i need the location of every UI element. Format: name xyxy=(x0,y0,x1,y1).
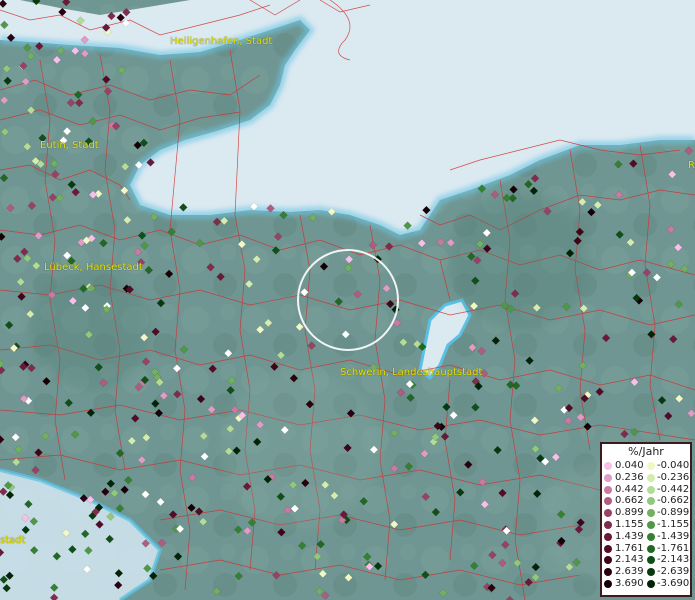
legend-swatch xyxy=(647,462,655,470)
legend-swatch xyxy=(647,509,655,518)
city-label: stadt xyxy=(0,535,26,546)
legend-row: -2.639 xyxy=(602,566,692,578)
legend-swatch xyxy=(647,568,655,577)
legend-swatch xyxy=(647,532,655,541)
legend-row: -1.761 xyxy=(602,543,692,555)
legend-negative-column: -0.040 -0.236 -0.442 -0.662 -0.899 -1.155 -1.4… xyxy=(602,460,692,590)
legend-value: -1.761 xyxy=(657,542,690,554)
legend-value: -0.040 xyxy=(657,460,690,471)
legend-value: -1.155 xyxy=(657,518,690,530)
city-label: Schwerin, Landeshauptstadt xyxy=(340,367,483,378)
legend-swatch xyxy=(647,473,655,482)
legend: %/Jahr 0.040 0.236 0.442 0.662 0.899 1.155 1.4… xyxy=(600,442,692,597)
city-label: R xyxy=(688,160,695,171)
legend-value: -0.236 xyxy=(657,471,690,483)
city-label: Eutin, Stadt xyxy=(40,140,99,151)
legend-swatch xyxy=(647,544,655,553)
map-svg[interactable] xyxy=(0,0,695,600)
legend-row: -0.442 xyxy=(602,484,692,496)
legend-swatch xyxy=(647,485,655,494)
legend-row: -1.439 xyxy=(602,531,692,543)
legend-swatch xyxy=(647,556,655,565)
legend-row: -0.040 xyxy=(602,460,692,472)
legend-swatch xyxy=(647,579,655,588)
legend-value: -2.143 xyxy=(657,554,690,566)
legend-title: %/Jahr xyxy=(628,445,664,458)
map-canvas[interactable]: Heiligenhafen, Stadt Eutin, Stadt Lübeck, … xyxy=(0,0,695,600)
legend-row: -0.236 xyxy=(602,472,692,484)
legend-value: -0.899 xyxy=(657,507,690,519)
legend-swatch xyxy=(647,497,655,506)
legend-row: -0.662 xyxy=(602,495,692,507)
legend-swatch xyxy=(647,520,655,529)
legend-value: -1.439 xyxy=(657,530,690,542)
legend-value: -0.662 xyxy=(657,495,690,507)
legend-row: -2.143 xyxy=(602,554,692,566)
legend-value: -3.690 xyxy=(657,577,690,589)
city-label: Lübeck, Hansestadt xyxy=(44,262,143,273)
legend-row: -1.155 xyxy=(602,519,692,531)
legend-value: -0.442 xyxy=(657,483,690,495)
legend-row: -3.690 xyxy=(602,578,692,590)
city-label: Heiligenhafen, Stadt xyxy=(170,36,273,47)
legend-row: -0.899 xyxy=(602,507,692,519)
legend-value: -2.639 xyxy=(657,566,690,578)
